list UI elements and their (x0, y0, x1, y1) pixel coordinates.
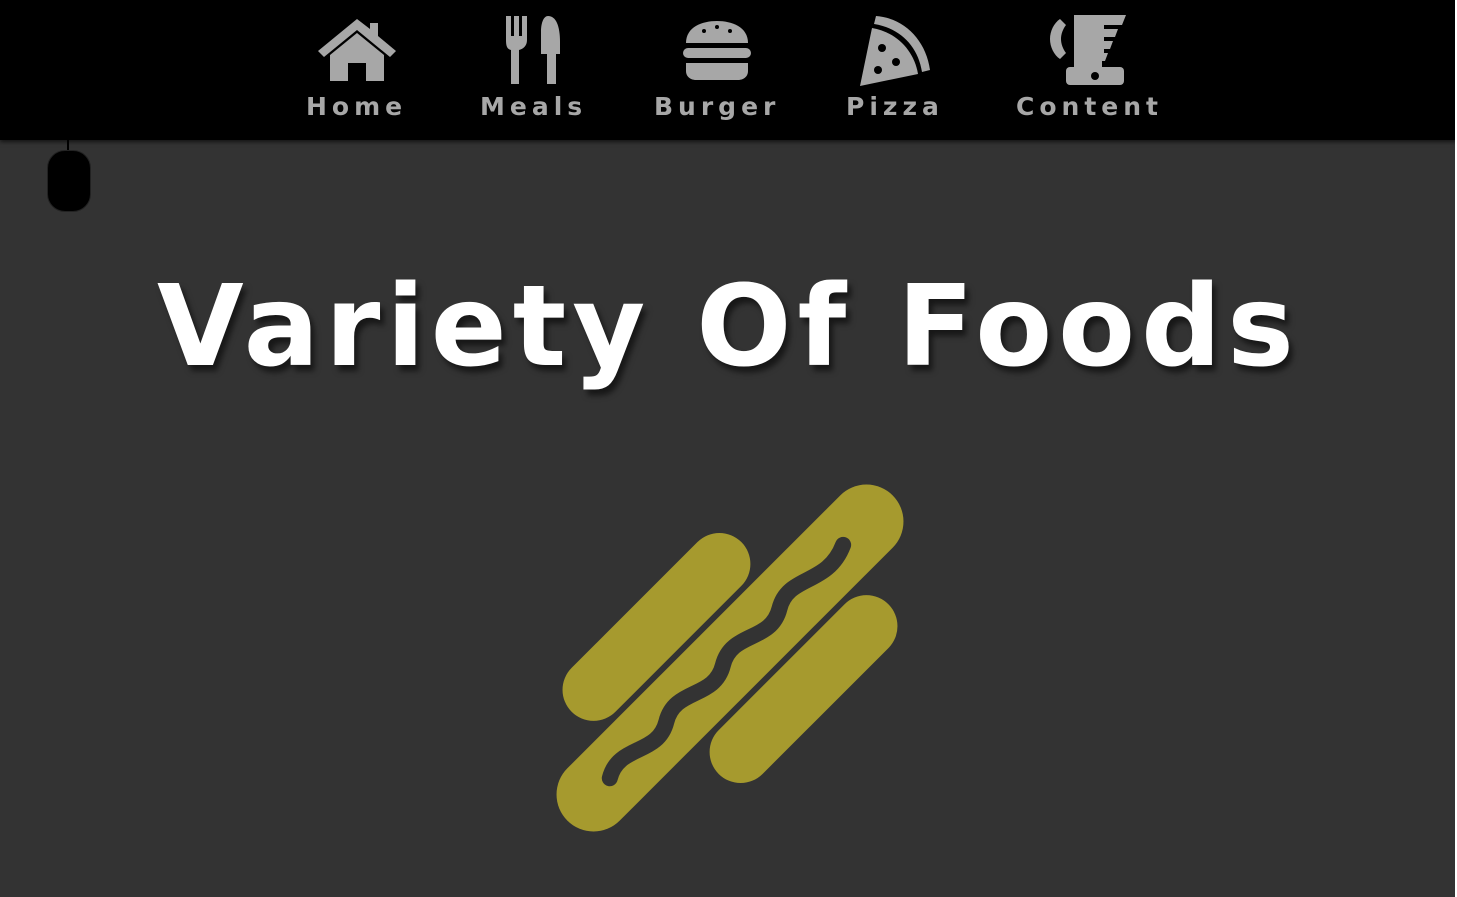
nav-item-pizza[interactable]: Pizza (846, 12, 944, 121)
nav-item-content[interactable]: Content (1016, 12, 1163, 121)
pizza-icon (850, 12, 940, 88)
nav-label-home: Home (306, 92, 408, 121)
utensils-icon (489, 12, 579, 88)
top-navbar: Home Meals Burger Pizza Content (0, 0, 1457, 140)
home-icon (312, 12, 402, 88)
nav-label-pizza: Pizza (846, 92, 944, 121)
hotdog-icon (550, 478, 910, 838)
nav-label-meals: Meals (480, 92, 588, 121)
nav-item-home[interactable]: Home (306, 12, 407, 121)
nav-item-meals[interactable]: Meals (480, 12, 587, 121)
nav-label-burger: Burger (654, 92, 781, 121)
hero-title: Variety Of Foods (157, 262, 1300, 392)
burger-icon (672, 12, 762, 88)
nav-item-burger[interactable]: Burger (654, 12, 780, 121)
phone-fax-icon (1044, 12, 1134, 88)
scroll-mouse-icon (47, 150, 91, 212)
nav-label-content: Content (1016, 92, 1163, 121)
